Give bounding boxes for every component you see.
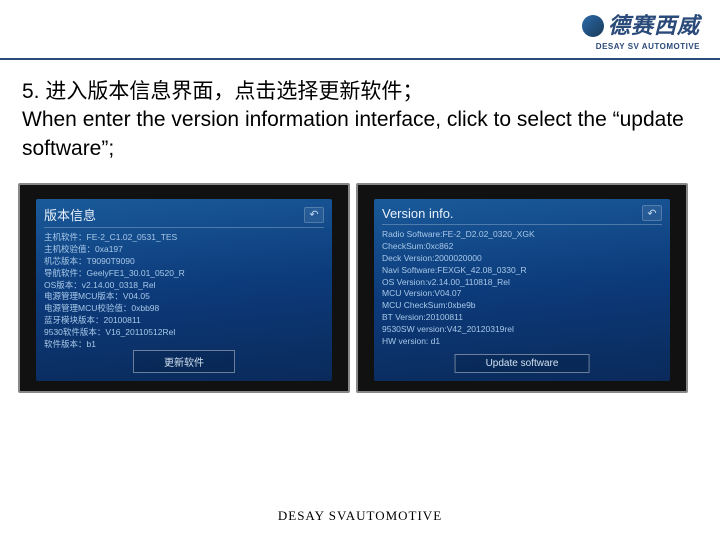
page-header: 德赛西威 DESAY SV AUTOMOTIVE: [0, 0, 720, 60]
update-software-button-en[interactable]: Update software: [455, 354, 590, 373]
screenshot-right-frame: Version info. ↶ Radio Software:FE-2_D2.0…: [356, 183, 688, 393]
instruction-block: 5. 进入版本信息界面，点击选择更新软件； When enter the ver…: [0, 60, 720, 173]
info-line: 电源管理MCU版本：V04.05: [44, 291, 324, 303]
screen-left-header: 版本信息 ↶: [44, 205, 324, 228]
page-footer: DESAY SVAUTOMOTIVE: [0, 508, 720, 524]
screen-left-title: 版本信息: [44, 205, 96, 224]
info-line: 主机软件：FE-2_C1.02_0531_TES: [44, 232, 324, 244]
info-line: HW version: d1: [382, 336, 662, 348]
back-icon[interactable]: ↶: [642, 205, 662, 221]
info-line: 9530软件版本：V16_20110512Rel: [44, 327, 324, 339]
info-line: Radio Software:FE-2_D2.02_0320_XGK: [382, 229, 662, 241]
logo-block: 德赛西威 DESAY SV AUTOMOTIVE: [582, 8, 700, 51]
instruction-en: When enter the version information inter…: [22, 106, 698, 163]
info-line: Deck Version:2000020000: [382, 253, 662, 265]
info-line: 主机校验值：0xa197: [44, 244, 324, 256]
info-line: OS Version:v2.14.00_110818_Rel: [382, 277, 662, 289]
logo-cn-text: 德赛西威: [582, 8, 700, 40]
info-line: 9530SW version:V42_20120319rel: [382, 324, 662, 336]
screenshot-right: Version info. ↶ Radio Software:FE-2_D2.0…: [374, 199, 670, 381]
info-line: MCU Version:V04.07: [382, 288, 662, 300]
info-line: MCU CheckSum:0xbe9b: [382, 300, 662, 312]
info-line: 电源管理MCU校验值：0xbb98: [44, 303, 324, 315]
info-line: CheckSum:0xc862: [382, 241, 662, 253]
screen-right-header: Version info. ↶: [382, 205, 662, 225]
info-line: Navi Software:FEXGK_42.08_0330_R: [382, 265, 662, 277]
info-line: BT Version:20100811: [382, 312, 662, 324]
screen-left-lines: 主机软件：FE-2_C1.02_0531_TES主机校验值：0xa197机芯版本…: [44, 232, 324, 351]
screen-right-title: Version info.: [382, 206, 454, 221]
screenshot-left: 版本信息 ↶ 主机软件：FE-2_C1.02_0531_TES主机校验值：0xa…: [36, 199, 332, 381]
update-software-button-cn[interactable]: 更新软件: [133, 350, 235, 373]
info-line: 导航软件：GeelyFE1_30.01_0520_R: [44, 268, 324, 280]
screenshot-left-frame: 版本信息 ↶ 主机软件：FE-2_C1.02_0531_TES主机校验值：0xa…: [18, 183, 350, 393]
logo-en-text: DESAY SV AUTOMOTIVE: [582, 42, 700, 51]
info-line: 机芯版本：T9090T9090: [44, 256, 324, 268]
back-icon[interactable]: ↶: [304, 207, 324, 223]
info-line: 蓝牙模块版本：20100811: [44, 315, 324, 327]
info-line: OS版本：v2.14.00_0318_Rel: [44, 280, 324, 292]
screen-right-lines: Radio Software:FE-2_D2.02_0320_XGKCheckS…: [382, 229, 662, 348]
screenshots-row: 版本信息 ↶ 主机软件：FE-2_C1.02_0531_TES主机校验值：0xa…: [0, 173, 720, 393]
instruction-cn: 5. 进入版本信息界面，点击选择更新软件；: [22, 78, 698, 106]
